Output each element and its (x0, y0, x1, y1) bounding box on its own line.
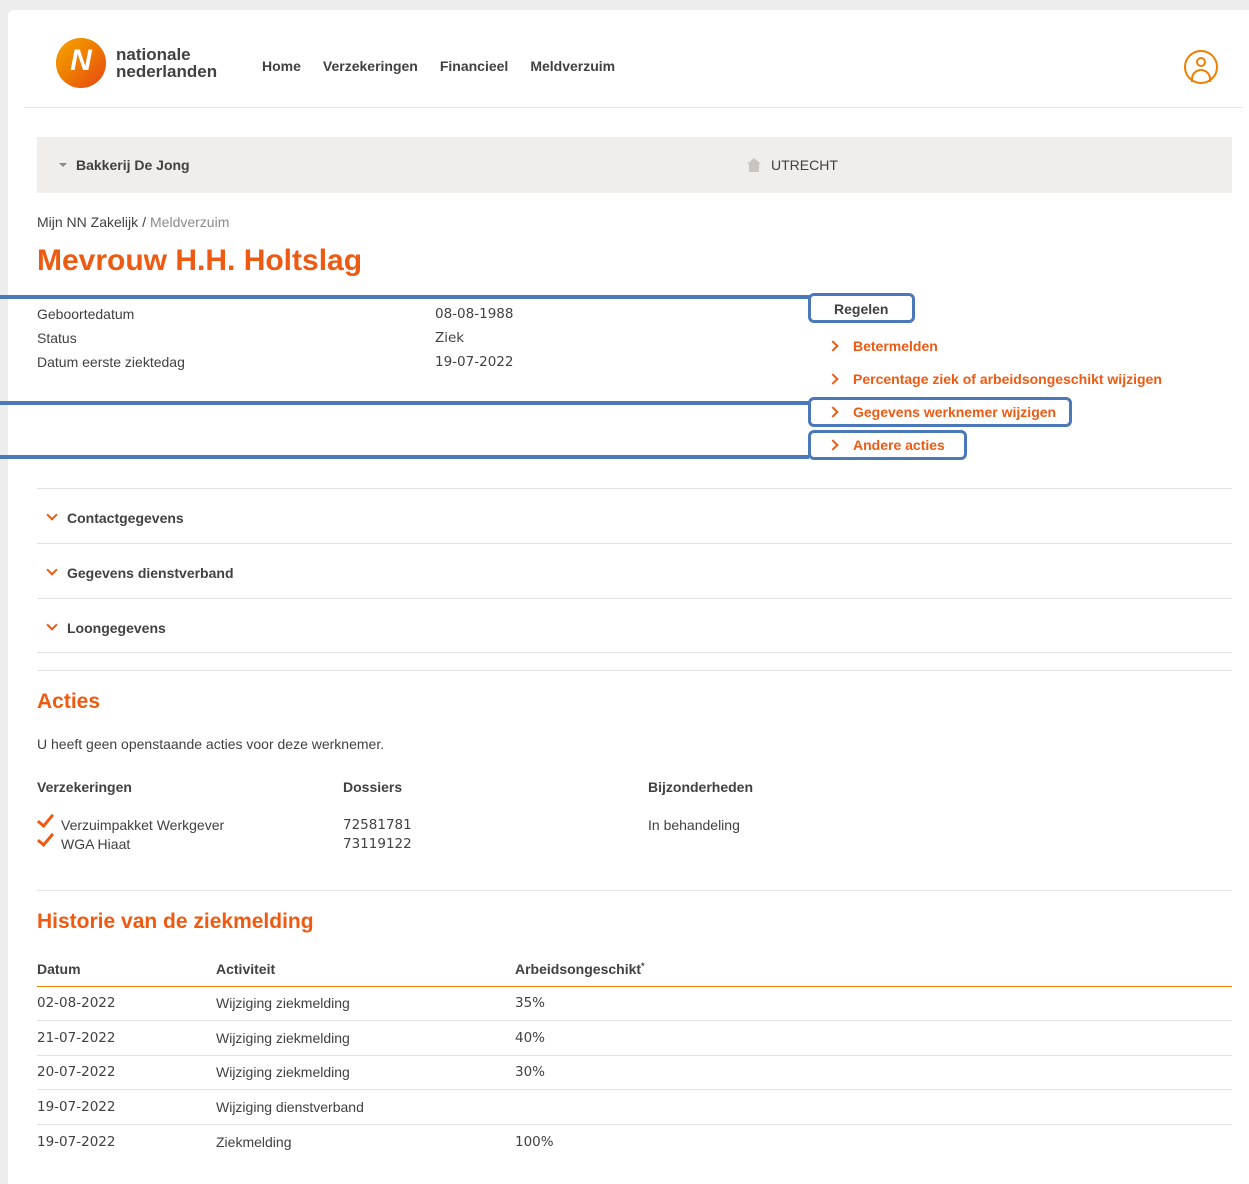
table-header-row: Datum Activiteit Arbeidsongeschikt* (37, 958, 1232, 987)
accordion-label: Loongegevens (67, 620, 166, 636)
accordion-dienstverband[interactable]: Gegevens dienstverband (37, 543, 1232, 598)
accordion-loongegevens[interactable]: Loongegevens (37, 598, 1232, 653)
chevron-down-icon (46, 619, 58, 631)
divider (37, 890, 1232, 891)
divider (37, 670, 1232, 671)
acties-title: Acties (37, 690, 101, 713)
table-row: 20-07-2022 Wijziging ziekmelding 30% (37, 1055, 1232, 1090)
bijzonderheid: In behandeling (648, 817, 740, 833)
th-arbeidsongeschikt: Arbeidsongeschikt* (515, 958, 1232, 987)
history-table: Datum Activiteit Arbeidsongeschikt* 02-0… (37, 958, 1232, 1159)
content-area: Contactgegevens Gegevens dienstverband L… (8, 10, 1249, 1184)
historie-title: Historie van de ziekmelding (37, 910, 314, 933)
th-activiteit: Activiteit (216, 958, 515, 987)
bijzonderheden-list: In behandeling (648, 816, 740, 835)
chevron-down-icon (46, 564, 58, 576)
insurance-item: WGA Hiaat (36, 828, 224, 854)
insurance-list: Verzuimpakket Werkgever WGA Hiaat (36, 809, 224, 854)
dossier-list: 72581781 73119122 (343, 816, 412, 854)
col-header-bijzonderheden: Bijzonderheden (648, 779, 754, 795)
accordion-list: Contactgegevens Gegevens dienstverband L… (37, 488, 1232, 653)
chevron-down-icon (46, 509, 58, 521)
accordion-label: Gegevens dienstverband (67, 565, 234, 581)
table-row: 21-07-2022 Wijziging ziekmelding 40% (37, 1020, 1232, 1056)
acties-intro: U heeft geen openstaande acties voor dez… (37, 736, 385, 752)
dossier-number: 72581781 (343, 817, 412, 833)
col-header-dossiers: Dossiers (343, 779, 403, 795)
table-row: 19-07-2022 Wijziging dienstverband (37, 1089, 1232, 1125)
dossier-number: 73119122 (343, 836, 412, 852)
accordion-label: Contactgegevens (67, 510, 184, 526)
insurance-item: Verzuimpakket Werkgever (36, 809, 224, 835)
accordion-contactgegevens[interactable]: Contactgegevens (37, 488, 1232, 543)
check-icon (36, 809, 55, 829)
col-header-verzekeringen: Verzekeringen (37, 779, 132, 795)
table-row: 19-07-2022 Ziekmelding 100% (37, 1133, 554, 1150)
table-row: 02-08-2022 Wijziging ziekmelding 35% (37, 986, 1232, 1021)
th-datum: Datum (37, 958, 216, 987)
